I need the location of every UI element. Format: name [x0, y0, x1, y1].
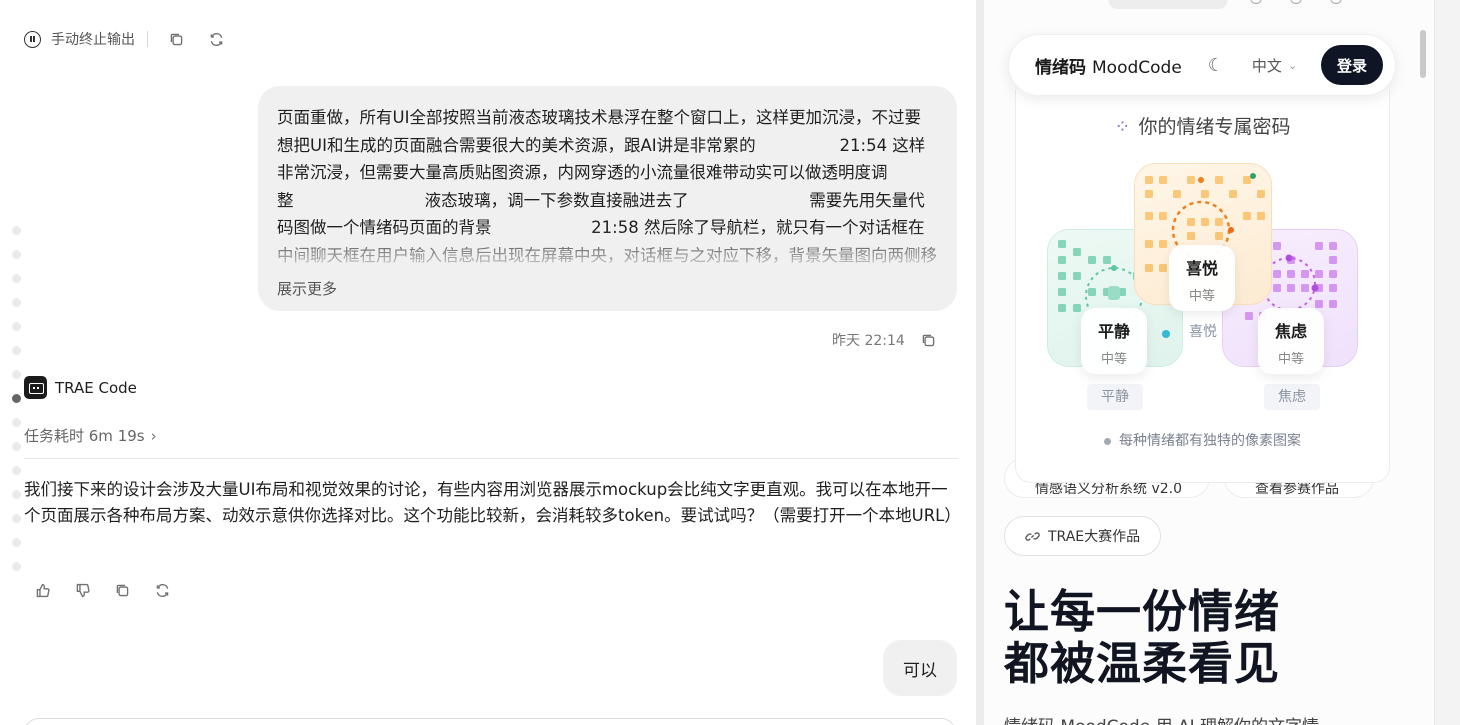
- mood-name: 焦虑: [1274, 322, 1307, 341]
- divider: [24, 458, 958, 459]
- timeline-dot[interactable]: [12, 346, 21, 355]
- regenerate-icon[interactable]: [206, 29, 226, 49]
- timeline-dot-active[interactable]: [12, 394, 21, 403]
- task-duration-toggle[interactable]: 任务耗时 6m 19s ›: [24, 425, 157, 446]
- app-window: 手动终止输出 页面重做，所有UI全部按照当前液态玻璃技术悬浮在整个窗口上，这样更…: [0, 0, 1460, 725]
- mood-level: 中等: [1277, 352, 1304, 367]
- user-reply-text: 可以: [903, 660, 937, 681]
- theme-toggle-icon[interactable]: ☾: [1208, 55, 1224, 76]
- generation-toolbar: 手动终止输出: [24, 28, 226, 50]
- mood-code-card: ⁘ 你的情绪专属密码 喜悦 中等 平静 中等 焦虑 中等 平静 喜悦 焦虑 每种…: [1015, 90, 1390, 483]
- login-button[interactable]: 登录: [1321, 45, 1383, 85]
- timeline-dot[interactable]: [12, 226, 21, 235]
- hero-subtitle: 情绪码 MoodCode 用 AI 理解你的文字情: [1004, 712, 1319, 725]
- timeline-dot[interactable]: [12, 442, 21, 451]
- hidden-tab: [1108, 0, 1228, 9]
- preview-scrollbar[interactable]: [1420, 30, 1426, 78]
- mood-label-calm: 平静 中等: [1081, 308, 1147, 374]
- stop-output-button[interactable]: 手动终止输出: [24, 29, 135, 49]
- brand-cn: 情绪码: [1035, 57, 1086, 78]
- timeline-dot[interactable]: [12, 274, 21, 283]
- mood-name: 喜悦: [1185, 259, 1218, 278]
- toolbar-divider: [147, 31, 148, 47]
- chevron-right-icon: ›: [150, 426, 157, 445]
- card-title: ⁘ 你的情绪专属密码: [1016, 112, 1389, 139]
- bullet-icon: [1104, 437, 1111, 445]
- pane-resize-handle[interactable]: [976, 0, 984, 725]
- conversation-timeline: [12, 226, 22, 586]
- copy-icon[interactable]: [166, 29, 186, 49]
- thumbs-down-icon[interactable]: [72, 580, 92, 600]
- link-icon: [1025, 531, 1040, 541]
- timeline-dot[interactable]: [12, 538, 21, 547]
- task-duration-label: 任务耗时 6m 19s: [24, 427, 145, 445]
- assistant-message-text: 我们接下来的设计会涉及大量UI布局和视觉效果的讨论，有些内容用浏览器展示mock…: [24, 480, 961, 525]
- show-more-link[interactable]: 展示更多: [277, 278, 337, 299]
- trae-entry-chip[interactable]: TRAE大赛作品: [1004, 516, 1162, 556]
- card-title-text: 你的情绪专属密码: [1138, 116, 1291, 138]
- preview-side-gutter: [1434, 0, 1460, 725]
- chevron-down-icon: ⌄: [1287, 58, 1298, 72]
- card-footer-text: 每种情绪都有独特的像素图案: [1119, 433, 1301, 449]
- language-label: 中文: [1251, 56, 1282, 75]
- mood-level: 中等: [1100, 352, 1127, 367]
- timeline-dot[interactable]: [12, 418, 21, 427]
- stop-output-label: 手动终止输出: [51, 32, 135, 48]
- timeline-dot[interactable]: [12, 490, 21, 499]
- agent-name: TRAE Code: [55, 378, 137, 397]
- hero-line-1: 让每一份情绪: [1004, 585, 1281, 638]
- message-timestamp: 昨天 22:14: [832, 333, 905, 349]
- mood-caption-joy: 喜悦: [1189, 324, 1217, 340]
- timeline-dot[interactable]: [12, 466, 21, 475]
- timeline-dot[interactable]: [12, 370, 21, 379]
- chat-input-box[interactable]: [24, 718, 956, 725]
- web-preview-pane: 情感语义分析系统 v2.0 查看参赛作品 ⁘ 你的情绪专属密码 喜悦 中等 平静…: [984, 0, 1460, 725]
- brand-logo[interactable]: 情绪码 MoodCode: [1035, 53, 1182, 78]
- timeline-dot[interactable]: [12, 298, 21, 307]
- card-footer: 每种情绪都有独特的像素图案: [1016, 430, 1389, 450]
- copy-message-icon[interactable]: [919, 330, 939, 350]
- copy-icon[interactable]: [112, 580, 132, 600]
- mood-caption-calm: 平静: [1087, 384, 1143, 410]
- mood-name: 平静: [1097, 322, 1130, 341]
- floating-navbar: 情绪码 MoodCode ☾ 中文 ⌄ 登录: [1008, 34, 1396, 96]
- timeline-dot[interactable]: [12, 562, 21, 571]
- hero-line-2: 都被温柔看见: [1004, 637, 1281, 690]
- chat-pane: 手动终止输出 页面重做，所有UI全部按照当前液态玻璃技术悬浮在整个窗口上，这样更…: [0, 0, 976, 725]
- hidden-icon: [1290, 0, 1302, 4]
- agent-header: TRAE Code: [24, 376, 137, 399]
- brand-en: MoodCode: [1092, 57, 1182, 78]
- hidden-icon: [1250, 0, 1262, 4]
- hidden-icon: [1330, 0, 1342, 4]
- timeline-dot[interactable]: [12, 250, 21, 259]
- trae-logo-icon: [24, 376, 47, 399]
- mood-level: 中等: [1188, 289, 1215, 304]
- timeline-dot[interactable]: [12, 514, 21, 523]
- thumbs-up-icon[interactable]: [32, 580, 52, 600]
- mood-caption-anxiety: 焦虑: [1264, 384, 1320, 410]
- trae-entry-label: TRAE大赛作品: [1048, 529, 1141, 545]
- message-meta: 昨天 22:14: [832, 330, 939, 350]
- user-message-bubble: 页面重做，所有UI全部按照当前液态玻璃技术悬浮在整个窗口上，这样更加沉浸，不过要…: [258, 86, 957, 311]
- reply-actions: [32, 580, 172, 600]
- mood-label-joy: 喜悦 中等: [1169, 245, 1235, 311]
- timeline-dot[interactable]: [12, 322, 21, 331]
- hero-heading: 让每一份情绪 都被温柔看见: [1004, 586, 1280, 690]
- user-reply-bubble: 可以: [883, 640, 957, 696]
- pause-icon: [24, 30, 41, 48]
- regenerate-icon[interactable]: [152, 580, 172, 600]
- language-select[interactable]: 中文 ⌄: [1252, 55, 1297, 76]
- sparkle-icon: ⁘: [1114, 116, 1131, 138]
- mood-label-anxiety: 焦虑 中等: [1258, 308, 1324, 374]
- user-message-text: 页面重做，所有UI全部按照当前液态玻璃技术悬浮在整个窗口上，这样更加沉浸，不过要…: [277, 104, 937, 274]
